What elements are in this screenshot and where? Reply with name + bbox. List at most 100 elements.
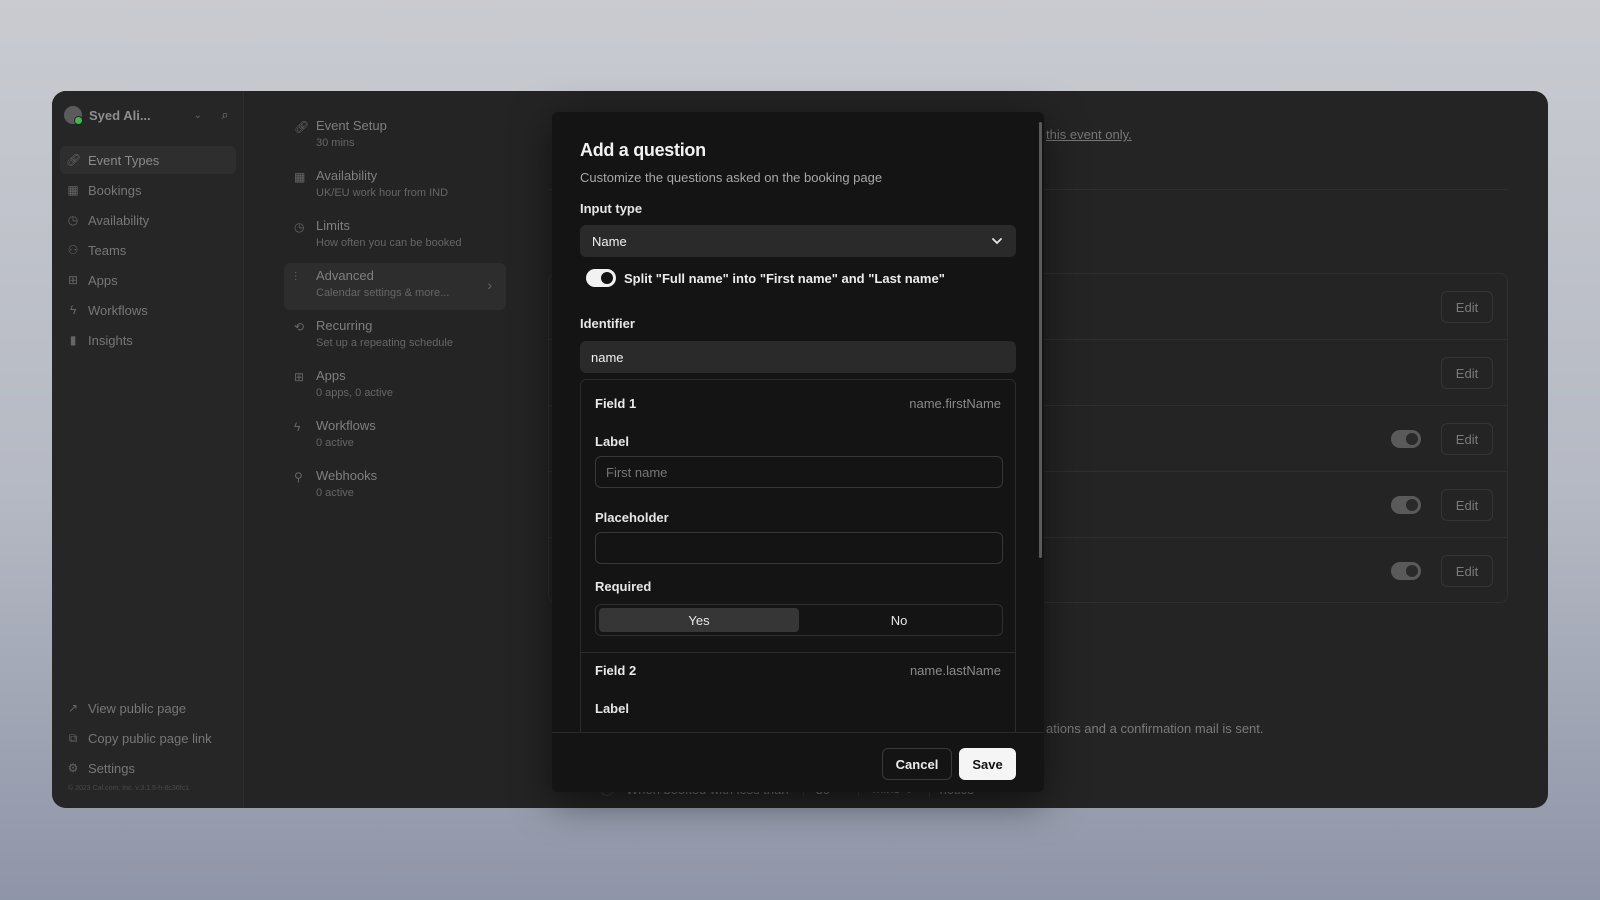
field-1-title: Field 1 [595,396,637,411]
add-question-dialog: Add a question Customize the questions a… [552,112,1044,792]
settings-item-title: Availability [316,168,378,183]
calendar-icon: ▦ [294,170,306,184]
split-name-row: Split "Full name" into "First name" and … [586,269,945,287]
question-toggle[interactable] [1391,562,1421,580]
split-name-label: Split "Full name" into "First name" and … [624,270,945,286]
input-type-select[interactable]: Name [580,225,1016,257]
user-name: Syed Ali... [89,107,151,123]
settings-item-title: Workflows [316,418,376,433]
sidebar-item-label: Teams [88,242,127,258]
sidebar-item-label: Event Types [88,152,160,168]
edit-button[interactable]: Edit [1441,555,1493,587]
sidebar-item-label: Availability [88,212,150,228]
grid-icon: ⊞ [67,273,79,287]
field-1-header: Field 1 name.firstName [595,396,1001,411]
sidebar-item-teams[interactable]: ⚇ Teams [60,236,236,264]
sidebar-item-insights[interactable]: ▮ Insights [60,326,236,354]
sidebar-item-label: Apps [88,272,118,288]
settings-item-workflows[interactable]: ϟ Workflows 0 active [284,413,506,460]
sidebar-item-label: Workflows [88,302,148,318]
link-icon: 🔗︎ [294,120,310,134]
settings-item-event-setup[interactable]: 🔗︎ Event Setup 30 mins [284,113,506,160]
search-icon[interactable]: ⌕ [216,106,234,124]
save-button[interactable]: Save [959,748,1016,780]
link-icon: 🔗︎ [66,153,82,167]
edit-button[interactable]: Edit [1441,423,1493,455]
required-yes-option[interactable]: Yes [599,608,799,632]
field-2-title: Field 2 [595,663,637,678]
settings-item-recurring[interactable]: ⟲ Recurring Set up a repeating schedule [284,313,506,360]
webhook-icon: ⚲ [294,470,303,484]
settings-item-subtitle: UK/EU work hour from IND [316,187,449,199]
copy-public-page-link[interactable]: ⧉ Copy public page link [60,724,236,752]
input-type-value: Name [592,233,627,249]
grid-icon: ⊞ [294,370,305,384]
chevron-down-icon [992,238,1002,245]
settings-item-title: Limits [316,218,350,233]
name-fields-box: Field 1 name.firstName Label First name … [580,379,1016,732]
this-event-only-link[interactable]: this event only. [1046,127,1132,142]
confirmation-text: ations and a confirmation mail is sent. [1046,721,1264,736]
required-no-option[interactable]: No [799,608,999,632]
split-name-toggle[interactable] [586,269,616,287]
field-1-placeholder-input[interactable] [595,532,1003,564]
external-link-icon: ↗ [67,701,79,715]
field-2-label-label: Label [595,701,629,716]
sidebar-item-availability[interactable]: ◷ Availability [60,206,236,234]
event-settings-nav: 🔗︎ Event Setup 30 mins ▦ Availability UK/E… [284,113,506,513]
settings-item-subtitle: Set up a repeating schedule [316,337,453,349]
chevron-right-icon: › [487,277,492,293]
settings-item-title: Apps [316,368,346,383]
sidebar-item-bookings[interactable]: ▦ Bookings [60,176,236,204]
sidebar-item-label: Insights [88,332,133,348]
sidebar-item-event-types[interactable]: 🔗︎ Event Types [60,146,236,174]
field-2-header: Field 2 name.lastName [595,663,1001,678]
sidebar-item-apps[interactable]: ⊞ Apps [60,266,236,294]
required-segmented-control: Yes No [595,604,1003,636]
settings-item-subtitle: 30 mins [316,137,355,149]
dialog-scrollbar[interactable] [1039,122,1042,558]
dialog-title: Add a question [580,140,706,160]
settings-item-subtitle: 0 apps, 0 active [316,387,394,399]
field-2-identifier: name.lastName [909,663,1001,678]
input-type-label: Input type [580,201,643,216]
dialog-subtitle: Customize the questions asked on the boo… [580,170,883,185]
user-menu[interactable]: Syed Ali... ⌄ ⌕ [64,103,234,127]
sidebar-item-label: Bookings [88,182,142,198]
avatar [64,106,83,125]
identifier-input[interactable]: name [580,341,1016,373]
sidebar-item-label: Settings [88,760,135,776]
clock-icon: ◷ [294,220,305,234]
question-toggle[interactable] [1391,430,1421,448]
settings-item-limits[interactable]: ◷ Limits How often you can be booked [284,213,506,260]
sidebar: Syed Ali... ⌄ ⌕ 🔗︎ Event Types ▦ Booking… [52,91,244,808]
question-toggle[interactable] [1391,496,1421,514]
edit-button[interactable]: Edit [1441,291,1493,323]
settings-item-availability[interactable]: ▦ Availability UK/EU work hour from IND [284,163,506,210]
dialog-footer: Cancel Save [552,732,1044,792]
settings-item-apps[interactable]: ⊞ Apps 0 apps, 0 active [284,363,506,410]
sidebar-item-settings[interactable]: ⚙ Settings [60,754,236,782]
sidebar-item-workflows[interactable]: ϟ Workflows [60,296,236,324]
chevron-down-icon: ⌄ [193,109,202,121]
field-1-placeholder-label: Placeholder [595,510,669,525]
settings-item-subtitle: 0 active [316,487,354,499]
dialog-scroll-area: Add a question Customize the questions a… [552,112,1044,732]
settings-item-advanced[interactable]: ⫶ Advanced Calendar settings & more... › [284,263,506,310]
sidebar-item-label: Copy public page link [88,730,212,746]
cancel-button[interactable]: Cancel [882,748,952,780]
zap-icon: ϟ [294,420,301,434]
field-1-label-input[interactable]: First name [595,456,1003,488]
field-1-required-label: Required [595,579,652,594]
edit-button[interactable]: Edit [1441,489,1493,521]
settings-item-webhooks[interactable]: ⚲ Webhooks 0 active [284,463,506,510]
settings-item-subtitle: How often you can be booked [316,237,462,249]
clock-icon: ◷ [67,213,79,227]
settings-item-subtitle: Calendar settings & more... [316,287,450,299]
edit-button[interactable]: Edit [1441,357,1493,389]
copy-icon: ⧉ [68,730,78,745]
identifier-label: Identifier [580,316,635,331]
settings-item-subtitle: 0 active [316,437,354,449]
view-public-page-link[interactable]: ↗ View public page [60,694,236,722]
gear-icon: ⚙ [67,761,79,775]
